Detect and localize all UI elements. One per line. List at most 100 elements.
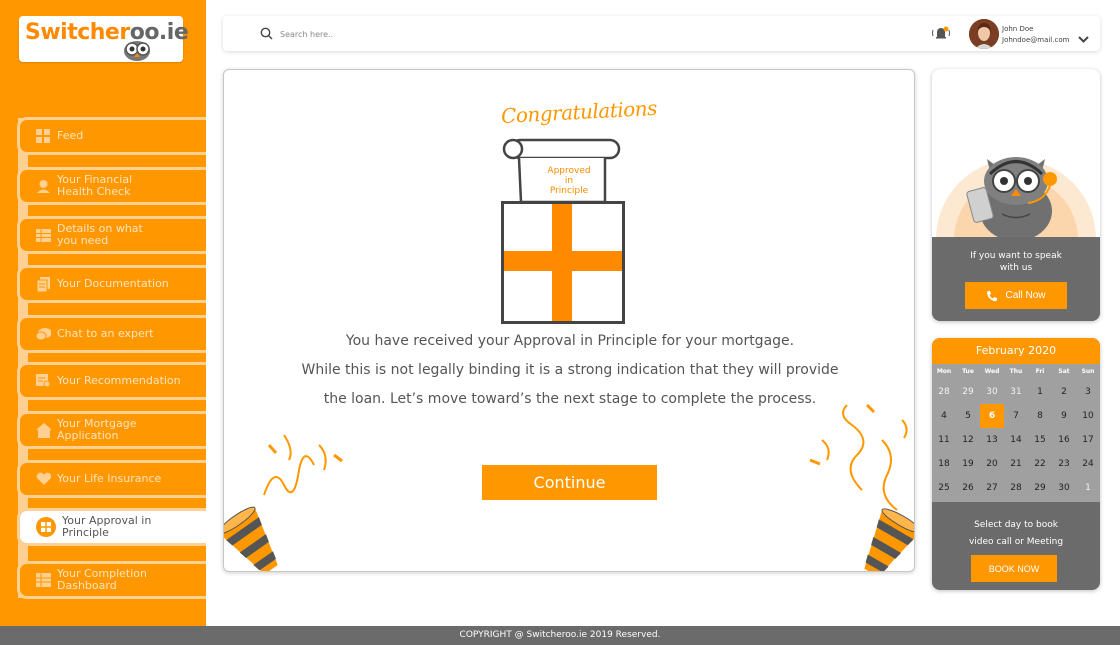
avatar[interactable]: [969, 19, 999, 49]
calendar-day[interactable]: 28: [1004, 476, 1028, 500]
sidebar-item-label: Details on what you need: [57, 222, 143, 247]
search-input[interactable]: [280, 26, 580, 42]
health-icon: [36, 179, 51, 194]
top-bar: John Doe Johndoe@mail.com: [223, 16, 1100, 51]
message-line-1: You have received your Approval in Princ…: [345, 333, 795, 349]
weekday-label: Wed: [984, 368, 1000, 375]
calendar-card: February 2020 Select day to book video c…: [932, 338, 1100, 590]
calendar-day[interactable]: 6: [980, 404, 1004, 428]
calendar-day[interactable]: 10: [1076, 404, 1100, 428]
sidebar-item-label: Your Recommendation: [57, 374, 181, 387]
weekday-label: Sun: [1081, 368, 1095, 375]
calendar-day[interactable]: 26: [956, 476, 980, 500]
table-icon: [36, 228, 51, 243]
sidebar-item-label: Your Documentation: [57, 277, 169, 290]
phone-icon: [987, 290, 998, 301]
calendar-day[interactable]: 5: [956, 404, 980, 428]
calendar-day[interactable]: 3: [1076, 380, 1100, 404]
sidebar-item-mortgage[interactable]: Your Mortgage Application: [17, 411, 206, 449]
heart-hand-icon: [36, 472, 51, 487]
scroll-text: Approved in Principle: [547, 166, 591, 196]
sidebar-item-life-insurance[interactable]: Your Life Insurance: [17, 460, 206, 498]
dashboard-icon: [36, 573, 51, 588]
weekday-label: Mon: [936, 368, 952, 375]
congratulations-heading: Congratulations: [500, 95, 658, 129]
calendar-day[interactable]: 25: [932, 476, 956, 500]
calendar-day[interactable]: 14: [1004, 428, 1028, 452]
calendar-day[interactable]: 27: [980, 476, 1004, 500]
sidebar: Switcheroo.ie Feed Your Financial Health…: [0, 0, 206, 626]
calendar-day[interactable]: 22: [1028, 452, 1052, 476]
calendar-day[interactable]: 1: [1076, 476, 1100, 500]
chevron-down-icon[interactable]: [1078, 36, 1089, 43]
calendar-day[interactable]: 1: [1028, 380, 1052, 404]
calendar-day[interactable]: 17: [1076, 428, 1100, 452]
sidebar-item-label: Chat to an expert: [57, 327, 154, 340]
calendar-day[interactable]: 23: [1052, 452, 1076, 476]
sidebar-item-label: Your Mortgage Application: [57, 417, 137, 442]
party-popper-icon: [809, 403, 914, 571]
calendar-day[interactable]: 31: [1004, 380, 1028, 404]
calendar-day[interactable]: 29: [1028, 476, 1052, 500]
gift-box-icon: [501, 201, 625, 324]
calendar-day[interactable]: 15: [1028, 428, 1052, 452]
call-now-button[interactable]: Call Now: [965, 282, 1067, 309]
sidebar-item-recommendation[interactable]: Your Recommendation: [17, 362, 206, 400]
sidebar-item-label: Your Life Insurance: [57, 472, 162, 485]
weekday-label: Fri: [1035, 368, 1045, 375]
calendar-text: Select day to book video call or Meeting: [968, 520, 1064, 547]
footer-copyright: COPYRIGHT @ Switcheroo.ie 2019 Reserved.: [0, 626, 1120, 645]
call-card: If you want to speak with us Call Now: [932, 69, 1100, 321]
recommendation-icon: [36, 374, 51, 389]
owl-mascot-icon: [936, 157, 1096, 239]
grid-icon: [36, 128, 51, 144]
calendar-day[interactable]: 8: [1028, 404, 1052, 428]
sidebar-item-approval[interactable]: Your Approval in Principle: [17, 508, 206, 546]
logo[interactable]: Switcheroo.ie: [19, 16, 189, 62]
calendar-day[interactable]: 2: [1052, 380, 1076, 404]
party-popper-icon: [224, 434, 343, 571]
calendar-day[interactable]: 16: [1052, 428, 1076, 452]
sidebar-item-label: Your Financial Health Check: [57, 173, 133, 198]
call-card-text: If you want to speak with us: [970, 251, 1062, 273]
user-name: John Doe: [1002, 25, 1034, 33]
continue-button[interactable]: Continue: [482, 465, 657, 500]
calendar-day[interactable]: 4: [932, 404, 956, 428]
calendar-day[interactable]: 30: [980, 380, 1004, 404]
calendar-day[interactable]: 13: [980, 428, 1004, 452]
sidebar-item-details[interactable]: Details on what you need: [17, 216, 206, 254]
sidebar-item-label: Your Completion Dashboard: [57, 567, 147, 592]
calendar-day[interactable]: 30: [1052, 476, 1076, 500]
owl-logo-icon: [124, 41, 150, 61]
calendar-day[interactable]: 7: [1004, 404, 1028, 428]
sidebar-item-chat[interactable]: Chat to an expert: [17, 315, 206, 353]
calendar-day[interactable]: 29: [956, 380, 980, 404]
calendar-day[interactable]: 11: [932, 428, 956, 452]
user-email: Johndoe@mail.com: [1002, 36, 1070, 44]
calendar-day[interactable]: 12: [956, 428, 980, 452]
sidebar-item-documentation[interactable]: Your Documentation: [17, 265, 206, 303]
calendar-day[interactable]: 20: [980, 452, 1004, 476]
sidebar-item-completion[interactable]: Your Completion Dashboard: [17, 561, 206, 599]
calendar-day[interactable]: 21: [1004, 452, 1028, 476]
search-icon[interactable]: [260, 27, 273, 40]
weekday-label: Tue: [962, 368, 974, 375]
calendar-day[interactable]: 19: [956, 452, 980, 476]
book-now-button[interactable]: BOOK NOW: [971, 555, 1057, 582]
house-icon: [36, 422, 51, 438]
weekday-label: Thu: [1009, 368, 1023, 375]
bell-icon[interactable]: [931, 25, 951, 41]
sidebar-item-feed[interactable]: Feed: [17, 117, 206, 155]
calendar-day[interactable]: 28: [932, 380, 956, 404]
calendar-month: February 2020: [932, 338, 1100, 364]
calendar-day[interactable]: 24: [1076, 452, 1100, 476]
call-now-label: Call Now: [1005, 290, 1046, 301]
calendar-day[interactable]: 9: [1052, 404, 1076, 428]
message-line-2: While this is not legally binding it is …: [301, 362, 839, 378]
sidebar-item-financial-health[interactable]: Your Financial Health Check: [17, 167, 206, 205]
weekday-label: Sat: [1058, 368, 1070, 375]
approval-card: Congratulations Approved in Principle Yo…: [223, 69, 915, 572]
calendar-day[interactable]: 18: [932, 452, 956, 476]
sidebar-item-label: Feed: [57, 129, 84, 142]
sidebar-item-label: Your Approval in Principle: [62, 514, 152, 539]
